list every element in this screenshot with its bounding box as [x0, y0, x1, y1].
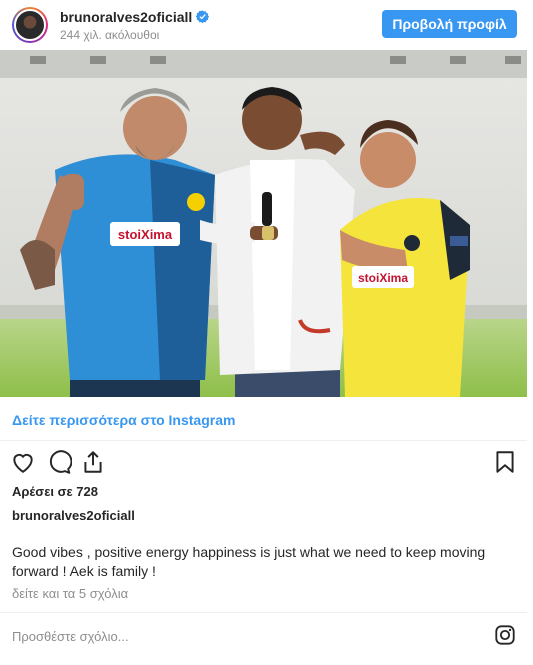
followers-count: 244 χιλ. ακόλουθοι	[60, 28, 160, 42]
photo-illustration: stoiXima stoiXima	[0, 50, 527, 397]
share-icon[interactable]	[80, 449, 106, 475]
view-more-link[interactable]: Δείτε περισσότερα στο Instagram	[12, 412, 235, 428]
view-profile-button[interactable]: Προβολή προφίλ	[382, 10, 517, 38]
username-line[interactable]: brunoralves2oficiall	[60, 9, 210, 25]
add-comment-input[interactable]: Προσθέστε σχόλιο...	[12, 629, 129, 644]
view-comments-link[interactable]: δείτε και τα 5 σχόλια	[12, 586, 128, 601]
view-more-row: Δείτε περισσότερα στο Instagram	[0, 397, 527, 441]
instagram-logo-icon[interactable]	[494, 624, 516, 646]
heart-icon[interactable]	[10, 449, 36, 475]
avatar[interactable]	[12, 7, 48, 43]
add-comment-row: Προσθέστε σχόλιο...	[0, 612, 527, 658]
caption-text: Good vibes , positive energy happiness i…	[12, 544, 486, 579]
shirt-sponsor-right: stoiXima	[358, 271, 408, 285]
bookmark-icon[interactable]	[492, 449, 518, 475]
username[interactable]: brunoralves2oficiall	[60, 9, 192, 25]
avatar-image	[14, 9, 46, 41]
post-header: brunoralves2oficiall 244 χιλ. ακόλουθοι …	[0, 0, 533, 50]
caption-username[interactable]: brunoralves2oficiall	[12, 508, 135, 523]
verified-badge-icon	[196, 10, 210, 23]
post-photo[interactable]: stoiXima stoiXima	[0, 50, 527, 397]
action-bar	[0, 441, 527, 481]
instagram-embed-card: brunoralves2oficiall 244 χιλ. ακόλουθοι …	[0, 0, 533, 665]
shirt-sponsor-left: stoiXima	[118, 227, 173, 242]
comment-icon[interactable]	[46, 449, 72, 475]
likes-count[interactable]: Αρέσει σε 728	[12, 484, 98, 499]
